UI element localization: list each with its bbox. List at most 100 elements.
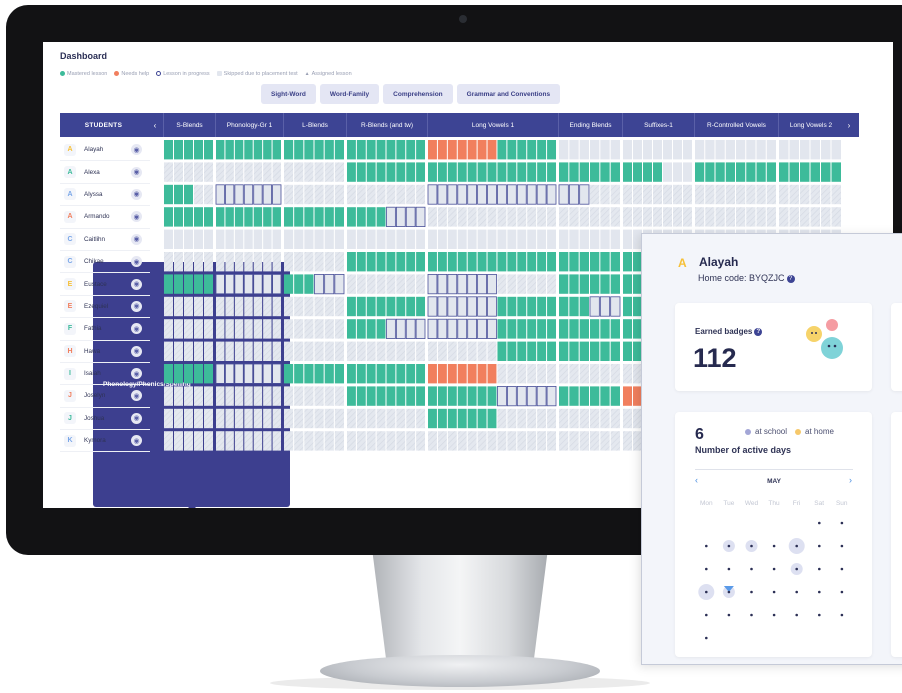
lesson-cell[interactable] <box>356 229 366 249</box>
lesson-cell[interactable] <box>416 431 425 451</box>
lesson-cell[interactable] <box>547 364 556 384</box>
lesson-cell[interactable] <box>334 273 345 295</box>
lesson-cell[interactable] <box>487 431 497 451</box>
lesson-cell[interactable] <box>376 229 386 249</box>
view-eye-icon[interactable]: ◉ <box>131 211 142 223</box>
lesson-cell[interactable] <box>600 431 610 451</box>
lesson-cell[interactable] <box>294 274 304 294</box>
lesson-cell[interactable] <box>324 364 334 384</box>
lesson-cell[interactable] <box>347 229 356 249</box>
lesson-cell[interactable] <box>547 252 556 272</box>
lesson-cell[interactable] <box>457 140 467 160</box>
lesson-cell[interactable] <box>527 431 537 451</box>
lesson-cell[interactable] <box>526 385 537 407</box>
lesson-cell[interactable] <box>497 184 507 205</box>
lesson-cell[interactable] <box>427 318 438 339</box>
lesson-cell[interactable] <box>244 252 253 272</box>
lesson-cell[interactable] <box>507 274 517 294</box>
lesson-cell[interactable] <box>416 162 425 182</box>
lesson-cell[interactable] <box>376 274 386 294</box>
lesson-cell[interactable] <box>406 252 416 272</box>
calendar-day[interactable] <box>795 613 798 617</box>
lesson-cell[interactable] <box>234 341 244 361</box>
calendar-day[interactable] <box>705 613 708 617</box>
lesson-cell[interactable] <box>477 252 487 272</box>
lesson-cell[interactable] <box>428 408 437 429</box>
lesson-cell[interactable] <box>164 162 173 182</box>
lesson-cell[interactable] <box>272 319 281 339</box>
lesson-cell[interactable] <box>428 229 437 249</box>
lesson-cell[interactable] <box>546 184 557 205</box>
lesson-cell[interactable] <box>507 207 517 227</box>
lesson-cell[interactable] <box>406 274 416 294</box>
lesson-cell[interactable] <box>366 341 376 361</box>
lesson-cell[interactable] <box>225 408 234 429</box>
lesson-cell[interactable] <box>272 184 282 205</box>
lesson-cell[interactable] <box>779 207 789 227</box>
lesson-cell[interactable] <box>234 162 244 182</box>
student-row[interactable]: A Alexa ◉ <box>60 161 150 184</box>
lesson-cell[interactable] <box>347 207 356 227</box>
lesson-cell[interactable] <box>284 431 294 451</box>
lesson-cell[interactable] <box>347 431 356 451</box>
calendar-day[interactable] <box>772 567 776 571</box>
lesson-cell[interactable] <box>294 408 304 429</box>
lesson-cell[interactable] <box>527 408 537 429</box>
lesson-cell[interactable] <box>725 162 735 182</box>
lesson-cell[interactable] <box>536 385 547 407</box>
lesson-cell[interactable] <box>324 319 334 339</box>
lesson-cell[interactable] <box>633 184 642 205</box>
lesson-cell[interactable] <box>507 364 517 384</box>
lesson-cell[interactable] <box>263 252 272 272</box>
lesson-cell[interactable] <box>406 364 416 384</box>
lesson-cell[interactable] <box>244 140 253 160</box>
lesson-cell[interactable] <box>194 341 203 361</box>
lesson-cell[interactable] <box>683 162 692 182</box>
lesson-cell[interactable] <box>314 207 324 227</box>
lesson-cell[interactable] <box>447 184 458 205</box>
lesson-cell[interactable] <box>284 252 294 272</box>
lesson-cell[interactable] <box>174 341 183 361</box>
lesson-cell[interactable] <box>623 184 632 205</box>
lesson-cell[interactable] <box>569 252 579 272</box>
lesson-cell[interactable] <box>590 207 600 227</box>
lesson-cell[interactable] <box>831 184 842 205</box>
lesson-cell[interactable] <box>284 364 294 384</box>
lesson-cell[interactable] <box>715 162 725 182</box>
lesson-cell[interactable] <box>216 319 225 339</box>
student-row[interactable]: H Hawa ◉ <box>60 341 150 363</box>
lesson-cell[interactable] <box>579 364 589 384</box>
lesson-cell[interactable] <box>477 318 487 339</box>
lesson-cell[interactable] <box>653 140 662 160</box>
calendar-day[interactable] <box>705 544 708 548</box>
lesson-cell[interactable] <box>467 386 477 406</box>
lesson-cell[interactable] <box>599 296 611 317</box>
lesson-cell[interactable] <box>244 341 253 361</box>
lesson-cell[interactable] <box>831 162 842 182</box>
lesson-cell[interactable] <box>216 341 225 361</box>
lesson-cell[interactable] <box>610 207 620 227</box>
lesson-cell[interactable] <box>705 140 715 160</box>
lesson-cell[interactable] <box>164 431 173 451</box>
lesson-cell[interactable] <box>216 386 225 406</box>
lesson-cell[interactable] <box>386 386 396 406</box>
lesson-cell[interactable] <box>568 184 580 205</box>
lesson-cell[interactable] <box>517 364 527 384</box>
lesson-cell[interactable] <box>487 364 497 384</box>
lesson-cell[interactable] <box>428 364 437 384</box>
lesson-cell[interactable] <box>234 273 244 295</box>
lesson-cell[interactable] <box>234 386 244 406</box>
lesson-cell[interactable] <box>623 162 632 182</box>
lesson-cell[interactable] <box>284 184 294 205</box>
lesson-cell[interactable] <box>194 184 203 205</box>
lesson-cell[interactable] <box>304 207 314 227</box>
lesson-cell[interactable] <box>262 184 272 205</box>
lesson-cell[interactable] <box>216 296 225 317</box>
lesson-cell[interactable] <box>366 207 376 227</box>
lesson-cell[interactable] <box>194 319 203 339</box>
lesson-cell[interactable] <box>294 364 304 384</box>
lesson-cell[interactable] <box>164 252 173 272</box>
lesson-cell[interactable] <box>447 252 457 272</box>
lesson-cell[interactable] <box>457 162 467 182</box>
lesson-cell[interactable] <box>184 296 193 317</box>
